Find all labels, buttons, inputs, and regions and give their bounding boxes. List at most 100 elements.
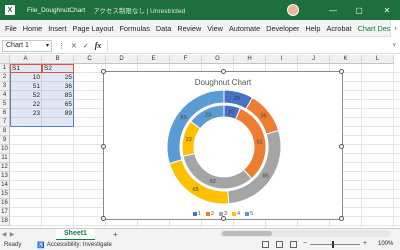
minimize-button[interactable]: — xyxy=(322,0,344,20)
sheet-tab-sheet1[interactable]: Sheet1 xyxy=(56,228,95,241)
tab-formulas[interactable]: Formulas xyxy=(116,20,152,37)
tab-page-layout[interactable]: Page Layout xyxy=(69,20,116,37)
tab-acrobat[interactable]: Acrobat xyxy=(323,20,354,37)
tab-insert[interactable]: Insert xyxy=(45,20,69,37)
row-header-18[interactable]: 18 xyxy=(0,217,10,226)
cell-a6[interactable]: 23 xyxy=(10,109,42,118)
column-header-c[interactable]: C xyxy=(74,55,106,64)
doughnut-chart[interactable]: Doughnut Chart 10 51 52 22 23 25 36 85 65 89 1234… xyxy=(101,69,344,221)
column-header-j[interactable]: J xyxy=(298,55,330,64)
column-header-l[interactable]: L xyxy=(362,55,394,64)
row-header-10[interactable]: 10 xyxy=(0,145,10,154)
column-header-i[interactable]: I xyxy=(266,55,298,64)
resize-handle-top-left[interactable] xyxy=(101,69,106,74)
row-header-6[interactable]: 6 xyxy=(0,109,10,118)
expand-formula-bar-icon[interactable]: ˅ xyxy=(392,43,396,49)
tab-file[interactable]: File xyxy=(2,20,20,37)
row-header-2[interactable]: 2 xyxy=(0,73,10,82)
row-header-9[interactable]: 9 xyxy=(0,136,10,145)
cell-b3[interactable]: 36 xyxy=(42,82,74,91)
tab-home[interactable]: Home xyxy=(20,20,45,37)
legend-item-5[interactable]: 5 xyxy=(245,211,253,217)
legend-item-4[interactable]: 4 xyxy=(232,211,240,217)
cancel-icon[interactable]: ✕ xyxy=(71,42,77,50)
column-header-e[interactable]: E xyxy=(138,55,170,64)
row-header-1[interactable]: 1 xyxy=(0,64,10,73)
resize-handle-top-right[interactable] xyxy=(339,69,344,74)
formula-input[interactable] xyxy=(107,39,386,52)
resize-handle-left[interactable] xyxy=(101,144,106,149)
resize-handle-bottom[interactable] xyxy=(221,216,226,221)
cell-a1[interactable]: S1 xyxy=(10,64,42,73)
tab-automate[interactable]: Automate xyxy=(226,20,263,37)
zoom-out-button[interactable]: − xyxy=(303,240,307,247)
enter-icon[interactable]: ✓ xyxy=(83,42,89,50)
row-header-15[interactable]: 15 xyxy=(0,190,10,199)
zoom-in-button[interactable]: + xyxy=(363,240,367,247)
ribbon-scroll-right[interactable]: › xyxy=(390,20,400,37)
row-header-17[interactable]: 17 xyxy=(0,208,10,217)
close-button[interactable]: ✕ xyxy=(376,0,398,20)
cell-b2[interactable]: 25 xyxy=(42,73,74,82)
resize-handle-top[interactable] xyxy=(221,69,226,74)
select-all-corner[interactable] xyxy=(0,55,10,64)
tab-view[interactable]: View xyxy=(204,20,226,37)
row-header-11[interactable]: 11 xyxy=(0,154,10,163)
name-box[interactable]: Chart 1 ▾ xyxy=(2,39,52,52)
row-header-4[interactable]: 4 xyxy=(0,91,10,100)
worksheet-grid[interactable]: ABCDEFGHIJKL 1 2 3 4 5 6 7 8 9 10 11 12 13 14 15 16 17 18… xyxy=(0,55,400,228)
zoom-slider-thumb[interactable] xyxy=(332,241,334,248)
row-header-13[interactable]: 13 xyxy=(0,172,10,181)
next-sheet-icon[interactable]: ▶ xyxy=(8,231,16,238)
column-header-a[interactable]: A xyxy=(10,55,42,64)
legend-item-1[interactable]: 1 xyxy=(192,211,201,217)
page-break-view-icon[interactable] xyxy=(290,241,297,248)
tab-review[interactable]: Review xyxy=(174,20,204,37)
tab-developer[interactable]: Developer xyxy=(263,20,302,37)
column-header-b[interactable]: B xyxy=(42,55,74,64)
scrollbar-thumb[interactable] xyxy=(222,231,272,236)
chart-plot[interactable]: 10515222232536856589 xyxy=(104,72,344,221)
chevron-down-icon[interactable]: ▾ xyxy=(46,41,49,51)
row-header-7[interactable]: 7 xyxy=(0,118,10,127)
row-header-14[interactable]: 14 xyxy=(0,181,10,190)
zoom-level[interactable]: 100% xyxy=(378,241,393,247)
tab-help[interactable]: Help xyxy=(302,20,323,37)
user-avatar[interactable] xyxy=(287,4,299,16)
status-bar: Ready ♿ Accessibility: Investigate xyxy=(0,240,400,250)
insert-function-button[interactable]: fx xyxy=(95,41,102,50)
resize-handle-bottom-right[interactable] xyxy=(339,216,344,221)
resize-handle-right[interactable] xyxy=(339,144,344,149)
tab-data[interactable]: Data xyxy=(153,20,174,37)
column-header-f[interactable]: F xyxy=(170,55,202,64)
sensitivity-status[interactable]: アクセス制限なし | Unrestricted xyxy=(93,5,185,15)
column-header-g[interactable]: G xyxy=(202,55,234,64)
resize-handle-bottom-left[interactable] xyxy=(101,216,106,221)
cell-a4[interactable]: 52 xyxy=(10,91,42,100)
cell-a3[interactable]: 51 xyxy=(10,82,42,91)
cell-a2[interactable]: 10 xyxy=(10,73,42,82)
normal-view-icon[interactable] xyxy=(262,241,269,248)
prev-sheet-icon[interactable]: ◀ xyxy=(0,231,8,238)
page-layout-view-icon[interactable] xyxy=(276,241,283,248)
cell-a5[interactable]: 22 xyxy=(10,100,42,109)
maximize-button[interactable]: ▢ xyxy=(348,0,370,20)
column-header-k[interactable]: K xyxy=(330,55,362,64)
row-header-16[interactable]: 16 xyxy=(0,199,10,208)
zoom-slider[interactable] xyxy=(310,241,360,248)
legend-item-2[interactable]: 2 xyxy=(205,211,214,217)
cell-b4[interactable]: 85 xyxy=(42,91,74,100)
column-header-d[interactable]: D xyxy=(106,55,138,64)
row-header-3[interactable]: 3 xyxy=(0,82,10,91)
add-sheet-button[interactable]: + xyxy=(113,230,118,239)
horizontal-scrollbar[interactable] xyxy=(220,230,390,237)
row-header-8[interactable]: 8 xyxy=(0,127,10,136)
more-icon[interactable]: ⋮ xyxy=(58,42,65,50)
cell-b5[interactable]: 65 xyxy=(42,100,74,109)
column-header-h[interactable]: H xyxy=(234,55,266,64)
row-header-12[interactable]: 12 xyxy=(0,163,10,172)
cell-b1[interactable]: S2 xyxy=(42,64,74,73)
cell-b6[interactable]: 89 xyxy=(42,109,74,118)
row-header-5[interactable]: 5 xyxy=(0,100,10,109)
accessibility-status[interactable]: ♿ Accessibility: Investigate xyxy=(37,242,112,249)
